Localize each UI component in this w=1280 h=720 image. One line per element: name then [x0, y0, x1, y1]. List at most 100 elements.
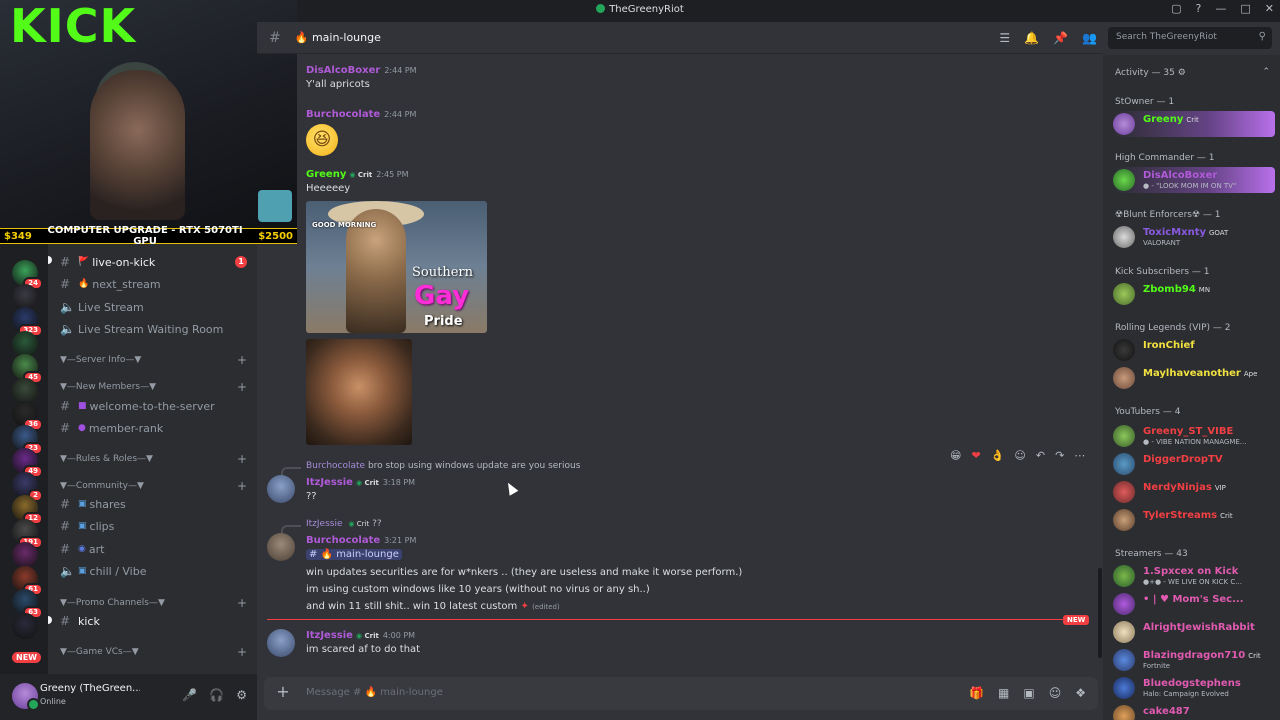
bell-icon[interactable]: 🔔 [1024, 31, 1039, 45]
server-icon[interactable]: 24 [12, 260, 43, 290]
category-rules-roles[interactable]: ▼—Rules & Roles—▼ + [48, 451, 257, 467]
microphone-icon[interactable]: 🎤 [182, 688, 197, 702]
message-composer[interactable]: + Message # 🔥 main-lounge 🎁 ▦ ▣ ☺ ❖ [264, 677, 1098, 710]
channel-clips[interactable]: # ▣ clips [48, 516, 257, 536]
avatar[interactable] [267, 475, 295, 503]
channel-welcome[interactable]: # ■ welcome-to-the-server [48, 396, 257, 416]
close-button[interactable]: ✕ [1265, 2, 1274, 15]
author-name[interactable]: Burchocolate [306, 109, 380, 120]
member-item[interactable]: DiggerDropTV [1113, 451, 1275, 477]
chevron-up-icon[interactable]: ⌃ [1262, 67, 1270, 77]
activity-header[interactable]: Activity — 35 ⚙ [1115, 68, 1186, 78]
member-item[interactable]: Blazingdragon710 Crit Fortnite [1113, 647, 1275, 673]
heart-icon[interactable]: ❤ [971, 449, 980, 462]
server-icon[interactable]: 23 [12, 424, 43, 455]
server-icon[interactable]: 2 [12, 471, 43, 502]
add-channel-icon[interactable]: + [237, 353, 247, 367]
channel-mention[interactable]: # 🔥 main-lounge [306, 549, 402, 560]
member-item[interactable]: AlrightJewishRabbit [1113, 619, 1275, 645]
channel-art[interactable]: # ◉ art [48, 539, 257, 559]
inbox-icon[interactable]: ▢ [1171, 2, 1181, 15]
add-channel-icon[interactable]: + [237, 380, 247, 394]
reply-preview[interactable]: Burchocolate bro stop using windows upda… [306, 461, 580, 471]
member-item[interactable]: NerdyNinjas VIP [1113, 479, 1275, 505]
maximize-button[interactable]: □ [1240, 2, 1250, 15]
server-icon[interactable]: 61 [12, 565, 43, 596]
author-name[interactable]: ItzJessie [306, 630, 353, 641]
sticker-icon[interactable]: ▣ [1023, 686, 1034, 700]
author-name[interactable]: Burchocolate [306, 535, 380, 546]
gift-icon[interactable]: 🎁 [969, 686, 984, 700]
apps-icon[interactable]: ❖ [1075, 686, 1086, 700]
minimize-button[interactable]: — [1215, 2, 1226, 15]
server-icon[interactable]: 63 [12, 589, 43, 619]
category-game-vcs[interactable]: ▼—Game VCs—▼ + [48, 644, 257, 660]
gear-icon[interactable]: ⚙ [236, 688, 247, 702]
help-icon[interactable]: ? [1196, 2, 1202, 15]
headphones-icon[interactable]: 🎧 [209, 688, 224, 702]
members-icon[interactable]: 👥 [1082, 31, 1097, 45]
server-icon[interactable]: 36 [12, 401, 43, 431]
add-channel-icon[interactable]: + [237, 596, 247, 610]
member-item[interactable]: • | ♥ Mom's Sec... [1113, 591, 1275, 617]
member-item[interactable]: cake487 [1113, 703, 1275, 720]
gif-laughing-man[interactable] [306, 339, 412, 445]
channel-member-rank[interactable]: # ● member-rank [48, 418, 257, 438]
member-item[interactable]: Greeny_ST_VIBE ● - VIBE NATION MANAGME... [1113, 423, 1275, 449]
voice-channel-live-stream[interactable]: 🔈 Live Stream [48, 297, 257, 317]
forward-icon[interactable]: ↷ [1055, 449, 1064, 462]
channel-kick[interactable]: # kick [48, 611, 257, 631]
more-icon[interactable]: ⋯ [1074, 449, 1085, 462]
category-new-members[interactable]: ▼—New Members—▼ + [48, 379, 257, 395]
member-item[interactable]: ToxicMxnty GOAT VALORANT [1113, 224, 1275, 250]
channel-mention-text[interactable]: main-lounge [336, 549, 399, 560]
category-promo[interactable]: ▼—Promo Channels—▼ + [48, 595, 257, 611]
server-icon[interactable]: 12 [12, 495, 43, 525]
member-item[interactable]: Zbomb94 MN [1113, 281, 1275, 307]
reply-user[interactable]: Burchocolate [306, 461, 365, 471]
user-name[interactable]: Greeny (TheGreen... [40, 683, 140, 694]
server-icon[interactable] [12, 612, 38, 639]
member-item[interactable]: 1.Spxcex on Kick ●+● - WE LIVE ON KICK C.… [1113, 563, 1275, 589]
member-item[interactable]: Greeny Crit [1113, 111, 1275, 137]
member-item[interactable]: Maylhaveanother Ape [1113, 365, 1275, 391]
search-input[interactable]: Search TheGreenyRiot ⚲ [1108, 27, 1272, 49]
message-author[interactable]: Burchocolate 3:21 PM [306, 535, 742, 546]
message-author[interactable]: ItzJessie ◉ Crit 4:00 PM [306, 630, 420, 641]
channel-shares[interactable]: # ▣ shares [48, 494, 257, 514]
channel-live-on-kick[interactable]: # 🚩 live-on-kick 1 [48, 252, 257, 272]
pin-icon[interactable]: 📌 [1053, 31, 1068, 45]
avatar[interactable] [267, 533, 295, 561]
server-icon[interactable] [12, 330, 38, 357]
reaction-icon[interactable]: 👌 [991, 449, 1005, 462]
emoji-icon[interactable]: ☺ [1049, 686, 1062, 700]
reply-icon[interactable]: ↶ [1036, 449, 1045, 462]
voice-channel-waiting-room[interactable]: 🔈 Live Stream Waiting Room [48, 319, 257, 339]
upload-plus-icon[interactable]: + [274, 683, 292, 701]
gif-icon[interactable]: ▦ [998, 686, 1009, 700]
server-icon[interactable] [12, 542, 38, 568]
member-item[interactable]: IronChief [1113, 337, 1275, 363]
message-author[interactable]: Burchocolate 2:44 PM [306, 109, 416, 120]
author-name[interactable]: DisAlcoBoxer [306, 65, 380, 76]
reply-preview[interactable]: ItzJessie ◉ Crit ?? [306, 519, 382, 529]
server-icon[interactable] [12, 377, 38, 404]
threads-icon[interactable]: ☰ [999, 31, 1010, 45]
reaction-icon[interactable]: 😁 [950, 449, 961, 462]
author-name[interactable]: Greeny [306, 169, 346, 180]
add-channel-icon[interactable]: + [237, 479, 247, 493]
channel-next-stream[interactable]: # 🔥 next_stream [48, 274, 257, 294]
avatar[interactable] [267, 629, 295, 657]
avatar[interactable] [12, 683, 40, 711]
message-author[interactable]: ItzJessie ◉ Crit 3:18 PM [306, 477, 415, 488]
voice-channel-chill[interactable]: 🔈 ▣ chill / Vibe [48, 561, 257, 581]
add-channel-icon[interactable]: + [237, 645, 247, 659]
category-server-info[interactable]: ▼—Server Info—▼ + [48, 352, 257, 368]
gif-southern-pride[interactable]: GOOD MORNING Southern Gay Pride [306, 201, 487, 333]
chat-scrollbar[interactable] [1098, 568, 1102, 658]
add-channel-icon[interactable]: + [237, 452, 247, 466]
server-icon[interactable] [12, 283, 38, 310]
add-reaction-icon[interactable]: ☺ [1014, 449, 1025, 462]
server-icon[interactable]: 45 [12, 354, 43, 384]
server-icon[interactable]: 191 [12, 518, 43, 549]
